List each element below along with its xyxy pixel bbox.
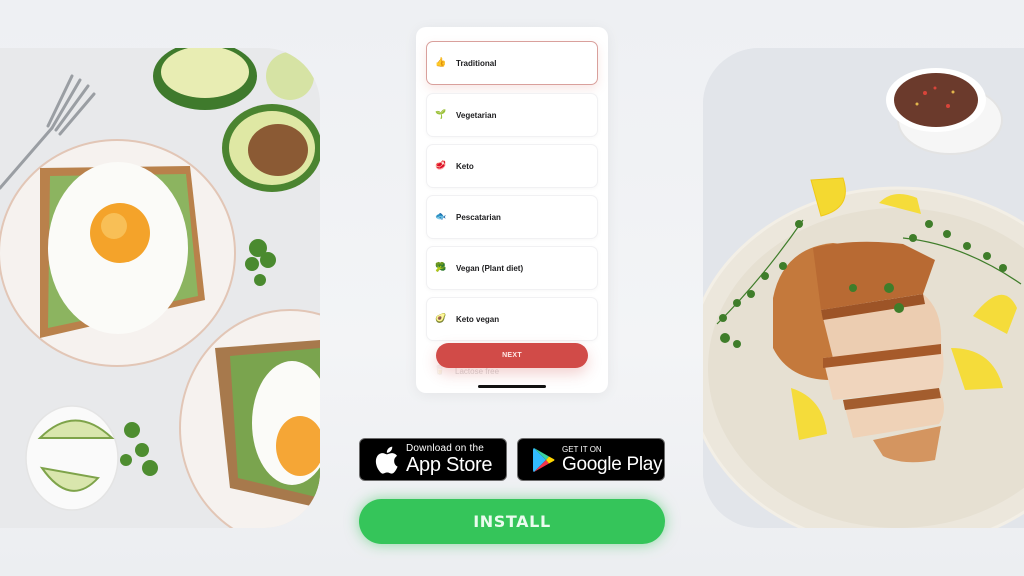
grilled-chicken-illustration (703, 48, 1024, 528)
next-button[interactable]: NEXT (436, 343, 588, 368)
install-button[interactable]: INSTALL (359, 499, 665, 544)
apple-icon (366, 445, 406, 475)
phone-mockup: 👍 Traditional 🌱 Vegetarian 🥩 Keto 🐟 Pesc… (416, 27, 608, 393)
food-photo-left (0, 48, 320, 528)
option-label: Traditional (456, 58, 497, 68)
avocado-toast-illustration (0, 48, 320, 528)
diet-option-keto-vegan[interactable]: 🥑 Keto vegan (426, 297, 598, 341)
seedling-icon: 🌱 (435, 110, 447, 120)
meat-icon: 🥩 (435, 161, 447, 171)
broccoli-icon: 🥦 (435, 263, 447, 273)
avocado-icon: 🥑 (435, 314, 447, 324)
home-indicator (478, 385, 546, 388)
app-store-big-text: App Store (406, 454, 493, 476)
food-photo-right (703, 48, 1024, 528)
diet-option-keto[interactable]: 🥩 Keto (426, 144, 598, 188)
option-label: Keto vegan (456, 314, 500, 324)
option-label: Keto (456, 161, 474, 171)
diet-option-traditional[interactable]: 👍 Traditional (426, 41, 598, 85)
google-play-text: GET IT ON Google Play (562, 444, 663, 475)
google-play-icon (526, 447, 562, 473)
option-label: Vegetarian (456, 110, 497, 120)
diet-option-vegetarian[interactable]: 🌱 Vegetarian (426, 93, 598, 137)
google-play-badge[interactable]: GET IT ON Google Play (517, 438, 665, 481)
diet-option-pescatarian[interactable]: 🐟 Pescatarian (426, 195, 598, 239)
fish-icon: 🐟 (435, 212, 447, 222)
google-play-big-text: Google Play (562, 453, 663, 475)
option-label: Pescatarian (456, 212, 501, 222)
thumbs-up-icon: 👍 (435, 58, 447, 68)
app-store-badge[interactable]: Download on the App Store (359, 438, 507, 481)
option-label: Vegan (Plant diet) (456, 263, 524, 273)
google-play-small-text: GET IT ON (562, 444, 602, 454)
diet-option-vegan[interactable]: 🥦 Vegan (Plant diet) (426, 246, 598, 290)
app-store-text: Download on the App Store (406, 443, 493, 476)
app-store-small-text: Download on the (406, 443, 485, 454)
